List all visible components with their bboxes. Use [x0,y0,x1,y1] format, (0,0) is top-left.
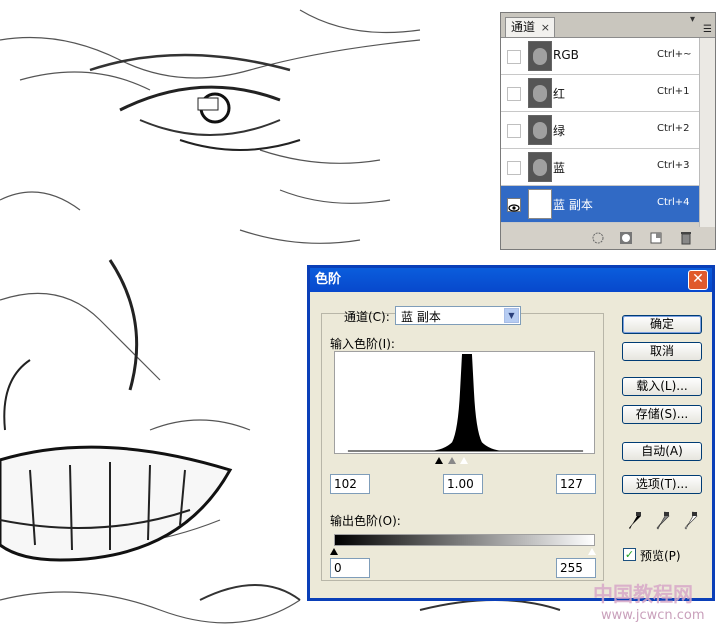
save-selection-icon[interactable] [619,231,633,245]
input-gamma-field[interactable]: 1.00 [443,474,483,494]
channel-name: RGB [553,48,579,62]
channel-row-green[interactable]: 绿 Ctrl+2 [501,112,701,149]
channel-name: 蓝 副本 [553,198,593,212]
input-black-field[interactable]: 102 [330,474,370,494]
channel-row-rgb[interactable]: RGB Ctrl+~ [501,38,701,75]
channel-thumbnail [528,78,552,108]
histogram [334,351,595,454]
channel-shortcut: Ctrl+3 [657,160,690,171]
cancel-button[interactable]: 取消 [622,342,702,361]
tab-close-icon[interactable]: × [541,18,550,37]
watermark-url: www.jcwcn.com [601,608,705,623]
load-selection-icon[interactable] [591,231,605,245]
dialog-title: 色阶 [315,272,342,287]
channel-shortcut: Ctrl+~ [657,49,692,60]
options-button[interactable]: 选项(T)... [622,475,702,494]
channel-shortcut: Ctrl+2 [657,123,690,134]
channel-label: 通道(C): [344,310,390,324]
new-channel-icon[interactable] [649,231,663,245]
watermark: 中国教程网 www.jcwcn.com [565,578,715,630]
chevron-down-icon: ▼ [504,308,519,323]
ok-button[interactable]: 确定 [622,315,702,334]
output-levels-label: 输出色阶(O): [330,514,401,528]
preview-checkbox[interactable]: ✓ [623,548,636,561]
tab-channels-label: 通道 [511,20,536,34]
channel-name: 红 [553,87,566,101]
channel-thumbnail [528,115,552,145]
panel-menu-icon[interactable]: ☰ [703,25,712,35]
channel-thumbnail [528,189,552,219]
channel-name: 蓝 [553,161,566,175]
channel-shortcut: Ctrl+1 [657,86,690,97]
input-black-slider[interactable] [435,457,443,464]
output-black-slider[interactable] [330,548,338,555]
channel-select[interactable]: 蓝 副本 ▼ [395,306,521,325]
white-eyedropper-icon[interactable] [684,511,698,531]
panel-footer [501,227,715,249]
gray-eyedropper-icon[interactable] [656,511,670,531]
preview-label: 预览(P) [640,549,681,563]
channel-name: 绿 [553,124,566,138]
output-gradient-bar [334,534,595,546]
levels-dialog: 色阶 ✕ 通道(C): 蓝 副本 ▼ 输入色阶(I): 102 1.00 127… [307,265,715,601]
channel-shortcut: Ctrl+4 [657,197,690,208]
channel-row-blue-copy[interactable]: 蓝 副本 Ctrl+4 [501,186,701,223]
channel-row-red[interactable]: 红 Ctrl+1 [501,75,701,112]
output-black-field[interactable]: 0 [330,558,370,578]
visibility-toggle[interactable] [507,87,521,101]
visibility-toggle[interactable] [507,198,521,212]
channels-panel: 通道 × ▾ ☰ RGB Ctrl+~ 红 Ctrl+1 绿 Ctrl+2 蓝 … [500,12,716,250]
panel-scrollbar[interactable] [699,38,715,228]
dialog-titlebar[interactable]: 色阶 ✕ [310,268,712,292]
channels-tabbar: 通道 × ▾ ☰ [501,13,715,38]
auto-button[interactable]: 自动(A) [622,442,702,461]
visibility-toggle[interactable] [507,161,521,175]
input-white-field[interactable]: 127 [556,474,596,494]
visibility-toggle[interactable] [507,50,521,64]
channel-thumbnail [528,152,552,182]
close-button[interactable]: ✕ [688,270,708,290]
close-icon: ✕ [692,271,704,287]
black-eyedropper-icon[interactable] [628,511,642,531]
watermark-title: 中国教程网 [593,582,693,606]
panel-collapse-icon[interactable]: ▾ [690,14,695,25]
output-white-slider[interactable] [588,548,596,555]
eye-icon [508,204,520,212]
input-levels-label: 输入色阶(I): [330,337,395,351]
load-button[interactable]: 载入(L)... [622,377,702,396]
save-button[interactable]: 存储(S)... [622,405,702,424]
channel-thumbnail [528,41,552,71]
input-gamma-slider[interactable] [448,457,456,464]
input-white-slider[interactable] [460,457,468,464]
delete-channel-icon[interactable] [679,230,693,245]
visibility-toggle[interactable] [507,124,521,138]
tab-channels[interactable]: 通道 × [505,17,555,37]
output-white-field[interactable]: 255 [556,558,596,578]
channel-row-blue[interactable]: 蓝 Ctrl+3 [501,149,701,186]
channel-select-value: 蓝 副本 [401,310,441,324]
